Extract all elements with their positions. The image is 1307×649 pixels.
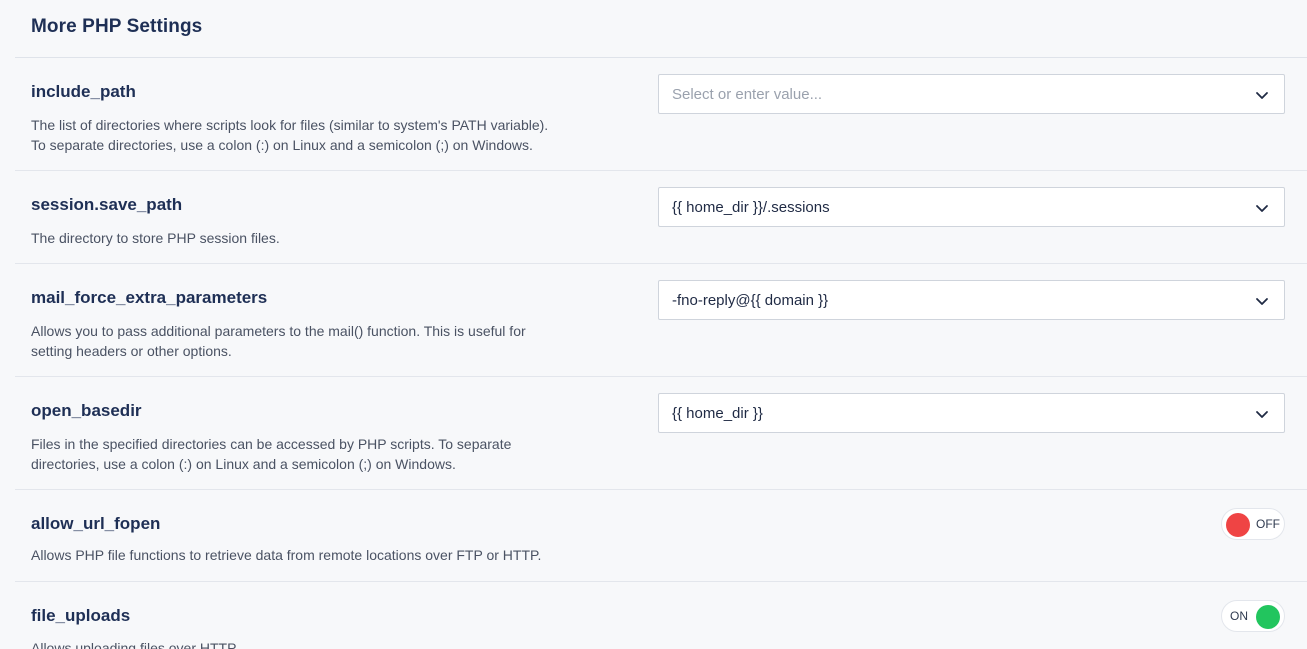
setting-row-open-basedir: open_basedir Files in the specified dire…: [15, 377, 1307, 490]
setting-name: session.save_path: [31, 195, 183, 214]
open-basedir-select[interactable]: {{ home_dir }}: [658, 393, 1285, 433]
chevron-down-icon[interactable]: [1254, 406, 1270, 422]
setting-name: allow_url_fopen: [31, 514, 161, 533]
select-value: {{ home_dir }}: [672, 405, 763, 422]
toggle-knob: [1256, 605, 1280, 629]
php-settings-panel: More PHP Settings include_path The list …: [15, 0, 1307, 649]
setting-description-line: setting headers or other options.: [31, 343, 232, 359]
setting-name: file_uploads: [31, 606, 131, 625]
session-save-path-select[interactable]: {{ home_dir }}/.sessions: [658, 187, 1285, 227]
allow-url-fopen-toggle[interactable]: OFF: [1221, 508, 1285, 540]
setting-description: Allows uploading files over HTTP.: [31, 638, 931, 649]
setting-name: mail_force_extra_parameters: [31, 288, 268, 307]
mail-force-extra-parameters-select[interactable]: -fno-reply@{{ domain }}: [658, 280, 1285, 320]
setting-description-line: To separate directories, use a colon (:)…: [31, 137, 533, 153]
setting-description: The list of directories where scripts lo…: [31, 115, 631, 155]
select-value: {{ home_dir }}/.sessions: [672, 199, 830, 216]
select-value: -fno-reply@{{ domain }}: [672, 292, 829, 309]
setting-row-include-path: include_path The list of directories whe…: [15, 58, 1307, 171]
setting-description: Allows PHP file functions to retrieve da…: [31, 545, 931, 565]
toggle-state-label: ON: [1230, 609, 1248, 623]
setting-description-line: directories, use a colon (:) on Linux an…: [31, 456, 456, 472]
include-path-select[interactable]: Select or enter value...: [658, 74, 1285, 114]
setting-row-file-uploads: file_uploads Allows uploading files over…: [15, 582, 1307, 649]
setting-description-line: Files in the specified directories can b…: [31, 436, 512, 452]
select-placeholder: Select or enter value...: [672, 86, 823, 103]
setting-description-line: The list of directories where scripts lo…: [31, 117, 549, 133]
file-uploads-toggle[interactable]: ON: [1221, 600, 1285, 632]
chevron-down-icon[interactable]: [1254, 87, 1270, 103]
setting-name: include_path: [31, 82, 136, 101]
setting-row-session-save-path: session.save_path The directory to store…: [15, 171, 1307, 264]
setting-description: The directory to store PHP session files…: [31, 228, 631, 248]
page-title: More PHP Settings: [31, 16, 203, 37]
setting-description-line: Allows uploading files over HTTP.: [31, 640, 239, 649]
setting-name: open_basedir: [31, 401, 142, 420]
setting-description-line: Allows PHP file functions to retrieve da…: [31, 547, 542, 563]
setting-description-line: Allows you to pass additional parameters…: [31, 323, 526, 339]
toggle-state-label: OFF: [1256, 517, 1280, 531]
setting-description-line: The directory to store PHP session files…: [31, 230, 280, 246]
toggle-knob: [1226, 513, 1250, 537]
panel-header: More PHP Settings: [15, 0, 1307, 58]
setting-description: Files in the specified directories can b…: [31, 434, 631, 474]
chevron-down-icon[interactable]: [1254, 200, 1270, 216]
setting-row-mail-force-extra-parameters: mail_force_extra_parameters Allows you t…: [15, 264, 1307, 377]
setting-row-allow-url-fopen: allow_url_fopen Allows PHP file function…: [15, 490, 1307, 582]
setting-description: Allows you to pass additional parameters…: [31, 321, 631, 361]
chevron-down-icon[interactable]: [1254, 293, 1270, 309]
